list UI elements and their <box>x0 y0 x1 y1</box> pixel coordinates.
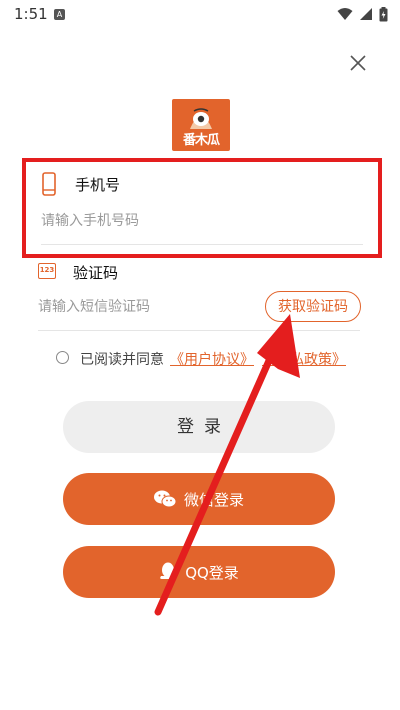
user-agreement-link[interactable]: 《用户协议》 <box>170 349 254 369</box>
get-code-button[interactable]: 获取验证码 <box>265 291 361 322</box>
qq-icon <box>160 562 176 579</box>
agreement-checkbox[interactable] <box>56 351 69 364</box>
close-icon[interactable] <box>347 52 369 74</box>
phone-input[interactable] <box>41 210 361 232</box>
qq-login-button[interactable]: QQ登录 <box>63 546 335 598</box>
notification-icon: A <box>54 9 65 20</box>
signal-icon <box>360 8 372 20</box>
login-button[interactable]: 登录 <box>63 401 335 453</box>
battery-icon <box>379 6 388 21</box>
agreement-row: 已阅读并同意 《用户协议》 《隐私政策》 <box>56 349 366 369</box>
privacy-policy-link[interactable]: 《隐私政策》 <box>262 349 346 369</box>
wechat-login-button[interactable]: 微信登录 <box>63 473 335 525</box>
wechat-icon <box>153 490 176 508</box>
qq-login-label: QQ登录 <box>185 563 239 582</box>
wechat-login-label: 微信登录 <box>183 490 244 509</box>
status-time: 1:51 <box>14 5 48 23</box>
code-label: 验证码 <box>73 264 119 282</box>
phone-label: 手机号 <box>75 176 121 194</box>
sms-code-icon: 123 <box>38 263 56 279</box>
code-input[interactable] <box>38 296 253 318</box>
status-bar: 1:51 A <box>0 0 400 30</box>
phone-divider <box>41 244 363 245</box>
phone-field-group: 手机号 <box>22 158 382 258</box>
agreement-text: 已阅读并同意 <box>80 352 164 368</box>
status-icons <box>337 6 388 22</box>
wifi-icon <box>337 8 353 20</box>
phone-icon <box>42 172 56 196</box>
app-logo: 番木瓜 <box>172 99 230 151</box>
code-divider <box>38 330 360 331</box>
logo-text: 番木瓜 <box>182 133 220 148</box>
